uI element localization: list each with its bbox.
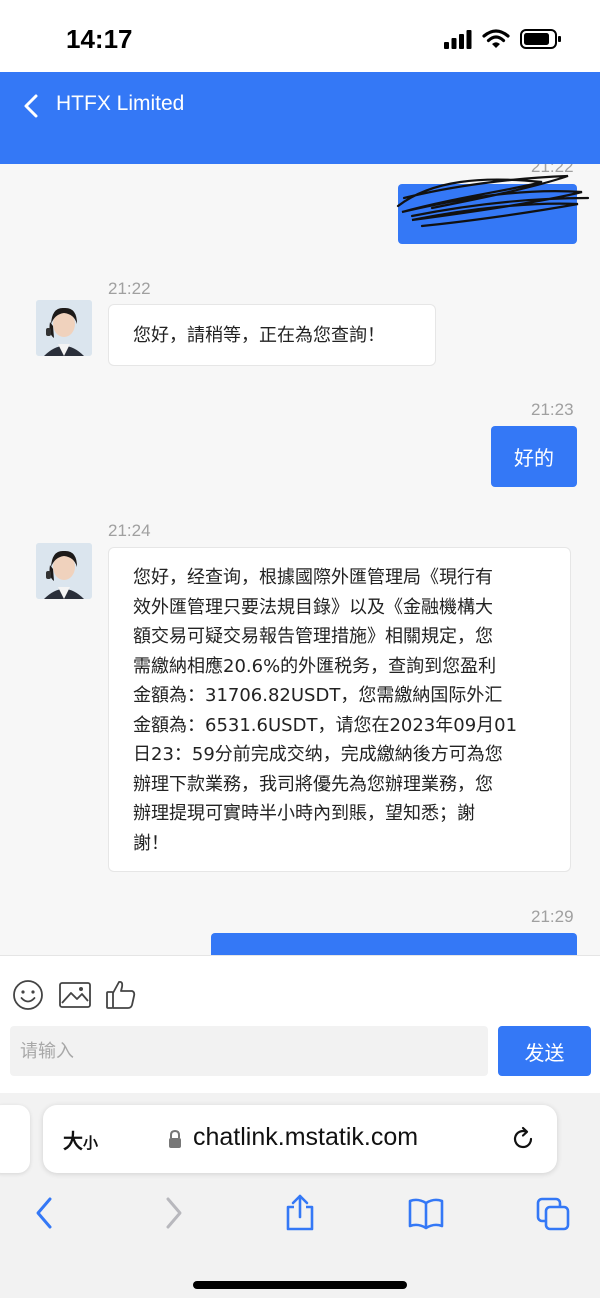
message-timestamp: 21:24 bbox=[108, 521, 151, 540]
browser-back-icon[interactable] bbox=[26, 1193, 62, 1233]
message-text: 好的 bbox=[514, 446, 554, 470]
text-size-button[interactable]: 大小 bbox=[63, 1125, 98, 1154]
message-line: 金額為：31706.82USDT，您需繳納国际外汇 bbox=[133, 685, 503, 706]
text-size-large-glyph: 大 bbox=[63, 1129, 83, 1153]
incoming-message: 您好，請稍等，正在為您查詢！ bbox=[108, 304, 436, 366]
message-line: 金額為：6531.6USDT，请您在2023年09月01 bbox=[133, 714, 518, 736]
image-icon[interactable] bbox=[58, 978, 92, 1012]
reload-icon[interactable] bbox=[509, 1125, 537, 1153]
message-input[interactable] bbox=[10, 1026, 488, 1076]
chat-title: HTFX Limited bbox=[56, 92, 185, 115]
tabs-icon[interactable] bbox=[536, 1193, 572, 1233]
share-icon[interactable] bbox=[282, 1193, 318, 1233]
send-button[interactable]: 发送 bbox=[498, 1026, 591, 1076]
message-timestamp: 21:29 bbox=[531, 907, 574, 926]
chat-header: HTFX Limited bbox=[0, 72, 600, 164]
message-line: 辦理下款業務，我司將優先為您辦理業務，您 bbox=[133, 773, 493, 795]
home-indicator bbox=[193, 1281, 407, 1289]
send-button-label: 发送 bbox=[524, 1040, 565, 1065]
status-icons bbox=[444, 28, 562, 50]
message-line: 需繳納相應20.6%的外匯税务，查詢到您盈利 bbox=[133, 655, 497, 677]
agent-avatar bbox=[36, 300, 92, 356]
message-line: 您好，经查询，根據國際外匯管理局《現行有 bbox=[133, 567, 493, 588]
lock-icon bbox=[169, 1129, 181, 1148]
status-bar: 14:17 bbox=[0, 0, 600, 72]
cellular-signal-icon bbox=[444, 30, 472, 49]
text-size-small-glyph: 小 bbox=[83, 1134, 99, 1152]
message-timestamp: 21:22 bbox=[108, 279, 151, 298]
chat-message-list[interactable]: 21:22 21:22 您好，請稍等，正在為您查詢！ 21:23 好的 21:2… bbox=[0, 164, 600, 955]
outgoing-message-clipped bbox=[211, 933, 577, 955]
incoming-message: 您好，经查询，根據國際外匯管理局《現行有 效外匯管理只要法規目錄》以及《金融機構… bbox=[108, 547, 571, 872]
battery-icon bbox=[520, 29, 561, 49]
wifi-icon bbox=[482, 29, 510, 48]
emoji-icon[interactable] bbox=[11, 978, 45, 1012]
message-line: 謝！ bbox=[133, 832, 169, 854]
redaction-scribble bbox=[396, 174, 590, 228]
message-timestamp: 21:23 bbox=[531, 400, 574, 419]
agent-avatar bbox=[36, 543, 92, 599]
message-line: 效外匯管理只要法規目錄》以及《金融機構大 bbox=[133, 596, 493, 618]
address-bar[interactable]: 大小 chatlink.mstatik.com bbox=[43, 1105, 557, 1173]
outgoing-message: 好的 bbox=[491, 426, 577, 487]
url-text[interactable]: chatlink.mstatik.com bbox=[193, 1123, 418, 1152]
message-line: 額交易可疑交易報告管理措施》相關規定，您 bbox=[133, 626, 493, 647]
browser-forward-icon[interactable] bbox=[156, 1193, 192, 1233]
message-composer: 发送 bbox=[0, 955, 600, 1093]
browser-chrome: 大小 chatlink.mstatik.com bbox=[0, 1093, 600, 1298]
previous-tab[interactable] bbox=[0, 1105, 30, 1173]
message-line: 日23：59分前完成交纳，完成繳納後方可為您 bbox=[133, 744, 503, 765]
bookmarks-icon[interactable] bbox=[408, 1193, 444, 1233]
thumbs-up-icon[interactable] bbox=[104, 978, 138, 1012]
back-chevron-icon[interactable] bbox=[18, 88, 46, 124]
message-line: 辦理提現可實時半小時內到賬，望知悉；謝 bbox=[133, 803, 475, 824]
message-text: 您好，請稍等，正在為您查詢！ bbox=[133, 325, 385, 346]
status-time: 14:17 bbox=[66, 24, 133, 54]
